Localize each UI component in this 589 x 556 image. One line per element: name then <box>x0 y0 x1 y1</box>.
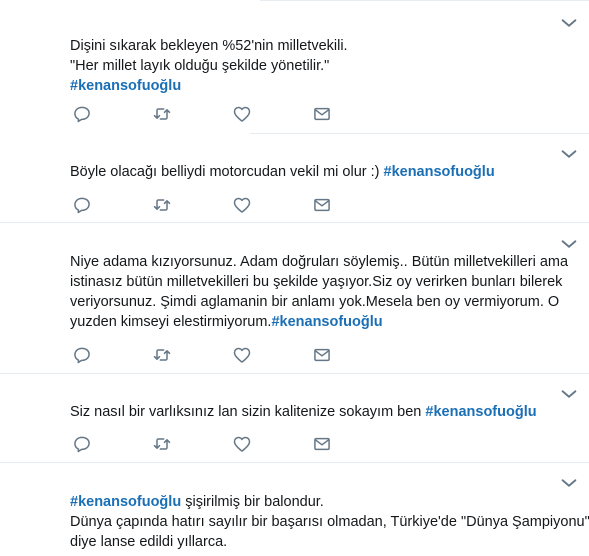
hashtag-link[interactable]: #kenansofuoğlu <box>70 494 181 510</box>
hashtag-link[interactable]: #kenansofuoğlu <box>271 314 382 330</box>
retweet-icon[interactable] <box>152 104 174 124</box>
tweet-text-line: Siz nasıl bir varlıksınız lan sizin kali… <box>70 404 537 420</box>
tweet-text-line: Niye adama kızıyorsunuz. Adam doğruları … <box>70 254 569 270</box>
tweet-text-line: "Her millet layık olduğu şekilde yönetil… <box>70 58 330 74</box>
divider <box>260 0 589 1</box>
tweet-text-line: Böyle olacağı belliydi motorcudan vekil … <box>70 164 495 180</box>
tweet-text: Dişini sıkarak bekleyen %52'nin milletve… <box>70 36 570 96</box>
tweet-text: #kenansofuoğlu şişirilmiş bir balondur. … <box>70 492 589 552</box>
like-icon[interactable] <box>232 345 254 365</box>
message-icon[interactable] <box>312 434 334 454</box>
tweet-text: Siz nasıl bir varlıksınız lan sizin kali… <box>70 402 570 422</box>
divider <box>0 462 589 463</box>
retweet-icon[interactable] <box>152 195 174 215</box>
chevron-down-icon[interactable] <box>558 472 580 494</box>
divider <box>250 133 589 134</box>
tweet-text-line: #kenansofuoğlu <box>70 76 570 96</box>
tweet-text-line: istinasız bütün milletvekilleri bu şekil… <box>70 274 563 290</box>
tweet-text-line: #kenansofuoğlu şişirilmiş bir balondur. <box>70 494 324 510</box>
like-icon[interactable] <box>232 195 254 215</box>
hashtag-link[interactable]: #kenansofuoğlu <box>425 404 536 420</box>
tweet-text-line: Dişini sıkarak bekleyen %52'nin milletve… <box>70 38 348 54</box>
tweet-text-line: Dünya çapında hatırı sayılır bir başarıs… <box>70 514 589 530</box>
tweet-text-line: diye lanse edildi yıllarca. <box>70 534 228 550</box>
message-icon[interactable] <box>312 104 334 124</box>
divider <box>0 373 589 374</box>
tweet-text-line: yuzden kimseyi elestirmiyorum.#kenansofu… <box>70 314 383 330</box>
retweet-icon[interactable] <box>152 434 174 454</box>
divider <box>0 222 589 223</box>
reply-icon[interactable] <box>72 104 94 124</box>
message-icon[interactable] <box>312 195 334 215</box>
like-icon[interactable] <box>232 434 254 454</box>
message-icon[interactable] <box>312 345 334 365</box>
reply-icon[interactable] <box>72 195 94 215</box>
retweet-icon[interactable] <box>152 345 174 365</box>
tweet-text: Niye adama kızıyorsunuz. Adam doğruları … <box>70 252 570 332</box>
hashtag-link[interactable]: #kenansofuoğlu <box>70 78 181 94</box>
tweet-text: Böyle olacağı belliydi motorcudan vekil … <box>70 162 570 182</box>
tweet-text-line: veriyorsunuz. Şimdi aglamanin bir anlamı… <box>70 294 560 310</box>
reply-icon[interactable] <box>72 345 94 365</box>
chevron-down-icon[interactable] <box>558 12 580 34</box>
reply-icon[interactable] <box>72 434 94 454</box>
hashtag-link[interactable]: #kenansofuoğlu <box>384 164 495 180</box>
like-icon[interactable] <box>232 104 254 124</box>
